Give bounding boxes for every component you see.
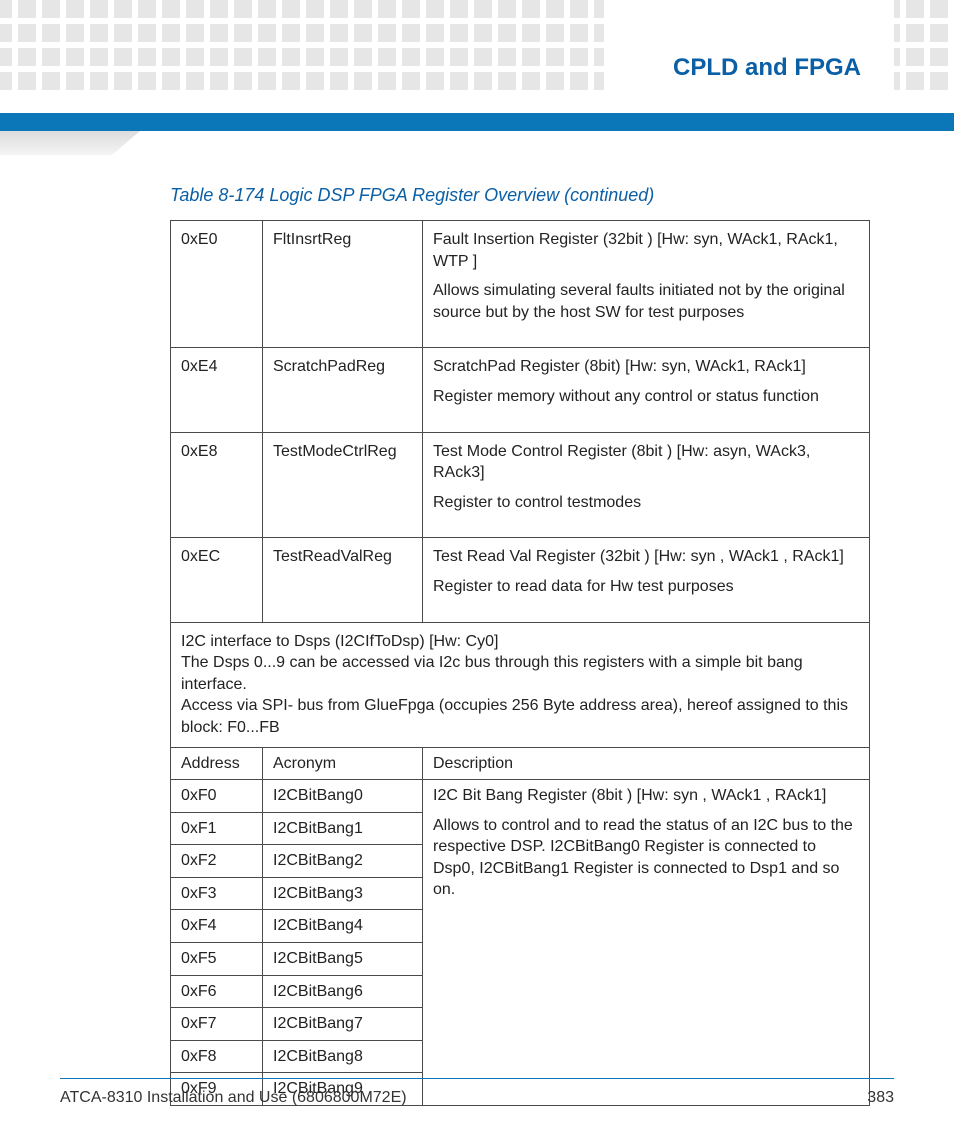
cell-acronym: I2CBitBang6 [263,975,423,1008]
footer-doc-title: ATCA-8310 Installation and Use (6806800M… [60,1089,407,1107]
cell-acronym: ScratchPadReg [263,348,423,432]
cell-address: 0xE8 [171,432,263,538]
cell-address: 0xF3 [171,877,263,910]
cell-address: 0xE0 [171,221,263,348]
col-header-description: Description [423,747,870,780]
header-blue-bar [0,113,954,131]
section-title: CPLD and FPGA [655,48,879,88]
cell-acronym: I2CBitBang4 [263,910,423,943]
cell-address: 0xF2 [171,845,263,878]
table-row: 0xE4ScratchPadRegScratchPad Register (8b… [171,348,870,432]
cell-acronym: I2CBitBang2 [263,845,423,878]
cell-description: Test Read Val Register (32bit ) [Hw: syn… [423,538,870,622]
footer-page-number: 383 [867,1089,894,1107]
header-grey-wedge [0,131,140,155]
cell-acronym: I2CBitBang3 [263,877,423,910]
col-header-acronym: Acronym [263,747,423,780]
cell-address: 0xF0 [171,780,263,813]
cell-address: 0xF4 [171,910,263,943]
table-row: 0xE0FltInsrtRegFault Insertion Register … [171,221,870,348]
cell-acronym: I2CBitBang7 [263,1008,423,1041]
table-caption: Table 8-174 Logic DSP FPGA Register Over… [170,185,870,206]
cell-address: 0xF5 [171,943,263,976]
cell-description: Test Mode Control Register (8bit ) [Hw: … [423,432,870,538]
cell-description: Fault Insertion Register (32bit ) [Hw: s… [423,221,870,348]
cell-address: 0xF7 [171,1008,263,1041]
cell-acronym: I2CBitBang8 [263,1040,423,1073]
cell-address: 0xEC [171,538,263,622]
cell-acronym: I2CBitBang0 [263,780,423,813]
cell-address: 0xF1 [171,812,263,845]
table-row: 0xF0I2CBitBang0I2C Bit Bang Register (8b… [171,780,870,813]
cell-description-merged: I2C Bit Bang Register (8bit ) [Hw: syn ,… [423,780,870,1106]
col-header-address: Address [171,747,263,780]
cell-acronym: I2CBitBang5 [263,943,423,976]
cell-acronym: TestReadValReg [263,538,423,622]
register-table: 0xE0FltInsrtRegFault Insertion Register … [170,220,870,1106]
table-row: 0xE8TestModeCtrlRegTest Mode Control Reg… [171,432,870,538]
table-row: 0xECTestReadValRegTest Read Val Register… [171,538,870,622]
cell-acronym: TestModeCtrlReg [263,432,423,538]
cell-acronym: FltInsrtReg [263,221,423,348]
cell-acronym: I2CBitBang1 [263,812,423,845]
cell-address: 0xE4 [171,348,263,432]
cell-description: ScratchPad Register (8bit) [Hw: syn, WAc… [423,348,870,432]
cell-address: 0xF6 [171,975,263,1008]
section-note: I2C interface to Dsps (I2CIfToDsp) [Hw: … [171,622,870,747]
cell-address: 0xF8 [171,1040,263,1073]
